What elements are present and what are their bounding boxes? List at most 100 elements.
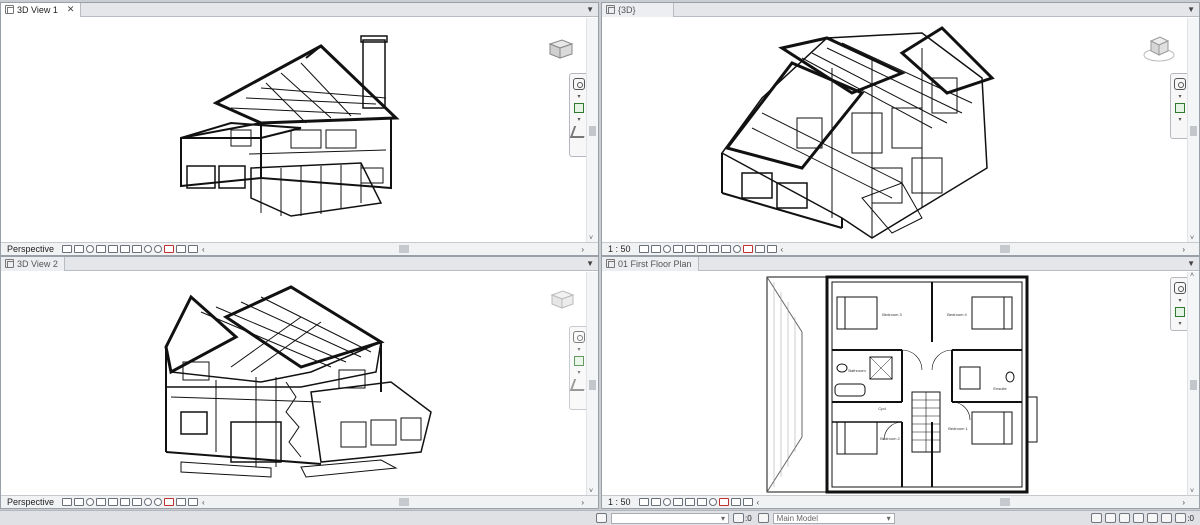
chevron-down-icon[interactable]: ▾ — [1178, 297, 1181, 304]
horizontal-scroll-thumb[interactable] — [399, 245, 409, 253]
show-crop-region-icon[interactable] — [708, 245, 719, 253]
temporary-hide-icon[interactable] — [154, 245, 163, 253]
render-icon[interactable] — [108, 498, 119, 506]
background-processes-icon[interactable] — [1161, 513, 1173, 523]
highlight-displacement-icon[interactable] — [188, 498, 199, 506]
crop-view-icon[interactable] — [684, 498, 695, 506]
model-canvas[interactable] — [602, 18, 1187, 242]
tab-menu-chevron-down-icon[interactable]: ▼ — [586, 5, 594, 14]
analytical-model-icon[interactable] — [176, 245, 187, 253]
tab-menu-chevron-down-icon[interactable]: ▼ — [586, 259, 594, 268]
tab-menu-chevron-down-icon[interactable]: ▼ — [1187, 5, 1195, 14]
shadows-icon[interactable] — [96, 498, 107, 506]
steering-wheel-icon[interactable] — [573, 78, 585, 90]
view-scale-label[interactable]: 1 : 50 — [602, 497, 639, 507]
unlock-view-icon[interactable] — [144, 245, 153, 253]
reveal-hidden-icon[interactable] — [164, 245, 175, 253]
design-options-icon[interactable] — [757, 513, 769, 523]
crop-view-icon[interactable] — [120, 245, 131, 253]
filter-icon[interactable] — [1175, 513, 1187, 523]
analytical-model-icon[interactable] — [754, 245, 765, 253]
scroll-down-arrow-icon[interactable]: ˅ — [589, 235, 593, 242]
shadows-icon[interactable] — [672, 498, 683, 506]
scroll-left-arrow-icon[interactable]: ‹ — [757, 498, 760, 507]
view-pane-3d-view-2[interactable]: 3D View 2 ▼ ▾ ▾ ˅ Perspective ‹ › — [0, 256, 599, 509]
view-scale-label[interactable]: Perspective — [1, 244, 62, 254]
zoom-icon[interactable] — [1175, 103, 1185, 113]
crop-view-icon[interactable] — [120, 498, 131, 506]
view-scale-label[interactable]: 1 : 50 — [602, 244, 639, 254]
temporary-hide-icon[interactable] — [154, 498, 163, 506]
vertical-scrollbar[interactable]: ˄ ˅ — [1187, 272, 1199, 495]
scroll-right-arrow-icon[interactable]: › — [581, 498, 584, 507]
design-option-dropdown[interactable]: Main Model ▾ — [772, 512, 895, 524]
visual-style-icon[interactable] — [74, 498, 85, 506]
detail-level-icon[interactable] — [638, 245, 649, 253]
sun-path-icon[interactable] — [86, 498, 95, 506]
close-icon[interactable]: ✕ — [67, 4, 75, 15]
scroll-thumb[interactable] — [589, 126, 596, 136]
render-icon[interactable] — [108, 245, 119, 253]
highlight-displacement-icon[interactable] — [742, 498, 753, 506]
analytical-model-icon[interactable] — [730, 498, 741, 506]
analytical-model-icon[interactable] — [176, 498, 187, 506]
chevron-down-icon[interactable]: ▾ — [577, 369, 580, 376]
horizontal-scroll-thumb[interactable] — [1000, 245, 1010, 253]
scroll-down-arrow-icon[interactable]: ˅ — [1190, 235, 1194, 242]
viewcube-icon[interactable] — [549, 288, 575, 310]
unlock-view-icon[interactable] — [720, 245, 731, 253]
show-crop-region-icon[interactable] — [696, 498, 707, 506]
chevron-down-icon[interactable]: ▾ — [1178, 116, 1181, 123]
select-links-icon[interactable] — [1091, 513, 1103, 523]
unlock-view-icon[interactable] — [144, 498, 153, 506]
chevron-down-icon[interactable]: ▾ — [577, 346, 580, 353]
sun-path-icon[interactable] — [662, 498, 671, 506]
scroll-thumb[interactable] — [1190, 380, 1197, 390]
select-by-face-icon[interactable] — [1133, 513, 1145, 523]
workset-icon[interactable] — [596, 513, 607, 523]
tab-3d-view-1[interactable]: 3D View 1 ✕ — [1, 3, 82, 17]
horizontal-scroll-thumb[interactable] — [1000, 498, 1010, 506]
steering-wheel-icon[interactable] — [1174, 78, 1186, 90]
select-underlay-icon[interactable] — [1105, 513, 1117, 523]
tab-3d-default[interactable]: {3D} — [602, 3, 674, 17]
select-pinned-icon[interactable] — [1119, 513, 1131, 523]
detail-level-icon[interactable] — [62, 498, 73, 506]
temporary-hide-icon[interactable] — [732, 245, 741, 253]
view-pane-3d-default[interactable]: {3D} ▼ ▾ ▾ ˅ 1: 50 ‹ › — [601, 2, 1200, 256]
sun-path-icon[interactable] — [86, 245, 95, 253]
editable-only-icon[interactable] — [733, 513, 744, 523]
scroll-right-arrow-icon[interactable]: › — [1182, 498, 1185, 507]
reveal-hidden-icon[interactable] — [718, 498, 729, 506]
scroll-up-arrow-icon[interactable]: ˄ — [1190, 272, 1194, 279]
view-scale-label[interactable]: Perspective — [1, 497, 62, 507]
chevron-down-icon[interactable]: ▾ — [1178, 93, 1181, 100]
tab-3d-view-2[interactable]: 3D View 2 — [1, 257, 65, 271]
scroll-left-arrow-icon[interactable]: ‹ — [202, 245, 205, 254]
model-canvas[interactable] — [1, 18, 586, 242]
highlight-displacement-icon[interactable] — [766, 245, 777, 253]
visual-style-icon[interactable] — [74, 245, 85, 253]
detail-level-icon[interactable] — [638, 498, 649, 506]
render-icon[interactable] — [684, 245, 695, 253]
reveal-hidden-icon[interactable] — [164, 498, 175, 506]
horizontal-scroll-thumb[interactable] — [399, 498, 409, 506]
show-crop-region-icon[interactable] — [132, 498, 143, 506]
vertical-scrollbar[interactable]: ˅ — [1187, 18, 1199, 242]
plan-canvas[interactable]: Bedroom 3 Bedroom 4 Bedroom 2 Bedroom 1 … — [602, 272, 1187, 495]
chevron-down-icon[interactable]: ▾ — [577, 116, 580, 123]
scroll-down-arrow-icon[interactable]: ˅ — [589, 488, 593, 495]
steering-wheel-icon[interactable] — [1174, 282, 1186, 294]
viewcube-icon[interactable] — [1142, 31, 1176, 65]
zoom-icon[interactable] — [574, 356, 584, 366]
workset-dropdown[interactable]: ▾ — [611, 512, 729, 524]
chevron-down-icon[interactable]: ▾ — [1178, 320, 1181, 327]
scroll-thumb[interactable] — [589, 380, 596, 390]
temporary-hide-icon[interactable] — [708, 498, 717, 506]
shadows-icon[interactable] — [96, 245, 107, 253]
steering-wheel-icon[interactable] — [573, 331, 585, 343]
vertical-scrollbar[interactable]: ˅ — [586, 272, 598, 495]
show-crop-region-icon[interactable] — [132, 245, 143, 253]
chevron-down-icon[interactable]: ▾ — [577, 93, 580, 100]
scroll-thumb[interactable] — [1190, 126, 1197, 136]
